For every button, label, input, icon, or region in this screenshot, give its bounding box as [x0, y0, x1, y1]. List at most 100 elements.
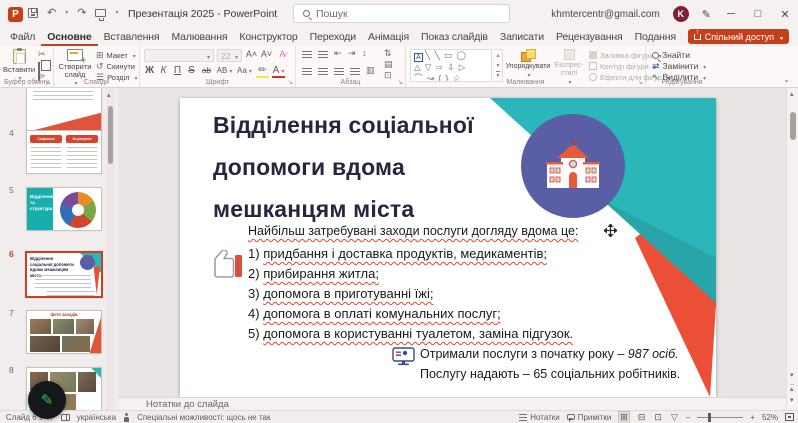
align-center-icon[interactable] — [318, 68, 328, 76]
align-text-icon[interactable]: ▤ — [384, 60, 393, 69]
slide-intro-text[interactable]: Найбільш затребувані заходи послуги догл… — [248, 224, 578, 238]
clipboard-dialog-launcher-icon[interactable]: ↘ — [46, 79, 51, 86]
undo-dropdown-icon[interactable]: ▾ — [65, 9, 68, 16]
view-normal-button[interactable]: ⊞ — [618, 411, 630, 423]
clear-formatting-icon[interactable]: А̷ — [276, 49, 289, 59]
zoom-in-button[interactable]: + — [750, 413, 755, 422]
spell-check-icon[interactable] — [61, 414, 70, 421]
drawing-dialog-launcher-icon[interactable]: ↘ — [638, 79, 643, 86]
align-right-icon[interactable] — [334, 68, 344, 76]
undo-icon[interactable]: ↶ — [47, 6, 56, 19]
tab-design[interactable]: Конструктор — [233, 29, 303, 46]
slide-scrollbar[interactable]: ▴ ▾ ▴ ▾ — [786, 88, 798, 410]
thumbnail-slide-7[interactable]: фото заходів — [26, 310, 102, 354]
find-button[interactable]: Знайти — [652, 50, 690, 60]
columns-icon[interactable]: ▥ — [366, 66, 375, 75]
notes-toggle-icon[interactable] — [519, 414, 527, 421]
gallery-down-icon[interactable]: ▾ — [496, 62, 499, 69]
strikethrough-button[interactable]: S — [185, 65, 198, 76]
text-direction-icon[interactable]: ⇅ — [384, 49, 392, 58]
text-box-icon[interactable]: А — [414, 53, 423, 62]
fit-to-window-icon[interactable] — [785, 413, 794, 421]
tab-review[interactable]: Рецензування — [550, 29, 629, 46]
tab-record[interactable]: Записати — [494, 29, 550, 46]
minimize-button[interactable]: ─ — [724, 8, 738, 20]
paste-button[interactable]: Вставити — [4, 49, 34, 83]
collapse-ribbon-icon[interactable]: ⌄ — [783, 75, 790, 84]
slide-canvas[interactable]: Відділення соціальної допомоги вдома меш… — [180, 98, 716, 397]
redo-icon[interactable]: ↷ — [77, 6, 86, 19]
thumbnails-scrollbar[interactable]: ▴ — [106, 88, 115, 410]
cut-icon[interactable]: ✂ — [38, 50, 46, 59]
layout-button[interactable]: ⊞ Макет — [96, 50, 136, 60]
account-email[interactable]: khmtercentr@gmail.com — [551, 9, 660, 20]
start-slideshow-icon[interactable] — [95, 9, 106, 17]
align-left-icon[interactable] — [302, 68, 312, 76]
ink-mode-icon[interactable]: ✎ — [702, 8, 711, 21]
text-shadow-icon[interactable]: ab — [200, 66, 213, 75]
scroll-thumb[interactable] — [790, 112, 796, 140]
paragraph-dialog-launcher-icon[interactable]: ↘ — [398, 79, 403, 86]
building-badge[interactable] — [521, 114, 625, 218]
underline-button[interactable]: П — [171, 65, 184, 76]
notes-placeholder[interactable]: Нотатки до слайда — [146, 399, 229, 410]
customize-qat-icon[interactable]: ▾ — [115, 9, 118, 16]
gallery-more-icon[interactable]: ▾ — [496, 71, 499, 79]
shrink-font-icon[interactable]: А˅ — [260, 49, 273, 59]
view-slideshow-button[interactable]: ▽ — [670, 412, 679, 423]
slide-stats-text[interactable]: Отримали послуги з початку року – 987 ос… — [420, 344, 680, 384]
tab-slideshow[interactable]: Показ слайдів — [415, 29, 494, 46]
notes-toggle[interactable]: Нотатки — [530, 413, 560, 422]
increase-indent-icon[interactable]: ⇥ — [348, 49, 356, 58]
shapes-row-1[interactable]: ╲ ╲ ▭ ◯ — [425, 50, 467, 60]
zoom-slider-thumb[interactable] — [708, 413, 711, 422]
font-color-icon[interactable]: А — [272, 65, 285, 78]
slide-bullet-list[interactable]: 1) придбання і доставка продуктів, медик… — [248, 244, 573, 344]
arrange-button[interactable]: Упорядкувати — [506, 49, 550, 80]
zoom-level[interactable]: 52% — [762, 413, 778, 422]
previous-slide-icon[interactable]: ▴ — [790, 384, 794, 393]
tab-view[interactable]: Подання — [629, 29, 682, 46]
powerpoint-app-icon[interactable]: P — [8, 7, 23, 22]
reset-button[interactable]: ↺ Скинути — [96, 61, 135, 71]
shapes-row-2[interactable]: △ ▽ ⇨ ⇩ ▷ — [414, 62, 491, 73]
notes-pane[interactable]: Нотатки до слайда — [118, 397, 786, 410]
accessibility-icon[interactable] — [123, 413, 130, 422]
thumbnails-scroll-up-icon[interactable]: ▴ — [107, 91, 111, 99]
scroll-up-icon[interactable]: ▴ — [790, 90, 794, 98]
save-icon[interactable] — [28, 8, 38, 18]
tab-home[interactable]: Основне — [41, 29, 97, 46]
tab-draw[interactable]: Малювання — [165, 29, 233, 46]
tab-transitions[interactable]: Переходи — [304, 29, 362, 46]
view-slide-sorter-button[interactable]: ⊟ — [637, 412, 647, 423]
view-reading-button[interactable]: ⊡ — [653, 412, 663, 423]
thumbnails-scroll-thumb[interactable] — [108, 106, 113, 164]
zoom-out-button[interactable]: – — [686, 413, 690, 422]
italic-button[interactable]: К — [157, 65, 170, 76]
scroll-down-icon[interactable]: ▾ — [790, 371, 794, 379]
bold-button[interactable]: Ж — [143, 65, 156, 76]
next-slide-icon[interactable]: ▾ — [790, 396, 794, 404]
close-button[interactable]: ✕ — [778, 8, 792, 21]
search-input[interactable]: Пошук — [293, 4, 510, 23]
thumbnail-slide-4[interactable]: Соціальні послуги За рахунок — [26, 130, 102, 174]
line-spacing-icon[interactable]: ↕ — [362, 49, 367, 58]
language-indicator[interactable]: українська — [77, 413, 116, 422]
slide-title[interactable]: Відділення соціальної допомоги вдома меш… — [213, 104, 474, 230]
comments-toggle[interactable]: Примітки — [578, 413, 612, 422]
ink-annotation-button[interactable]: ✎ — [28, 381, 66, 419]
font-size-combo[interactable]: 22 — [217, 49, 242, 62]
grow-font-icon[interactable]: А˄ — [245, 49, 258, 59]
zoom-slider[interactable] — [697, 417, 743, 418]
accessibility-status[interactable]: Спеціальні можливості: щось не так — [137, 413, 270, 422]
shapes-gallery-scroll[interactable]: ▴ ▾ ▾ — [494, 49, 503, 82]
tab-insert[interactable]: Вставлення — [98, 29, 166, 46]
decrease-indent-icon[interactable]: ⇤ — [334, 49, 342, 58]
gallery-up-icon[interactable]: ▴ — [496, 52, 499, 59]
bullets-icon[interactable] — [302, 51, 312, 59]
tab-animations[interactable]: Анімація — [362, 29, 415, 46]
justify-icon[interactable] — [350, 68, 360, 76]
numbering-icon[interactable] — [318, 51, 328, 59]
avatar[interactable]: K — [673, 6, 689, 22]
font-dialog-launcher-icon[interactable]: ↘ — [288, 79, 293, 86]
